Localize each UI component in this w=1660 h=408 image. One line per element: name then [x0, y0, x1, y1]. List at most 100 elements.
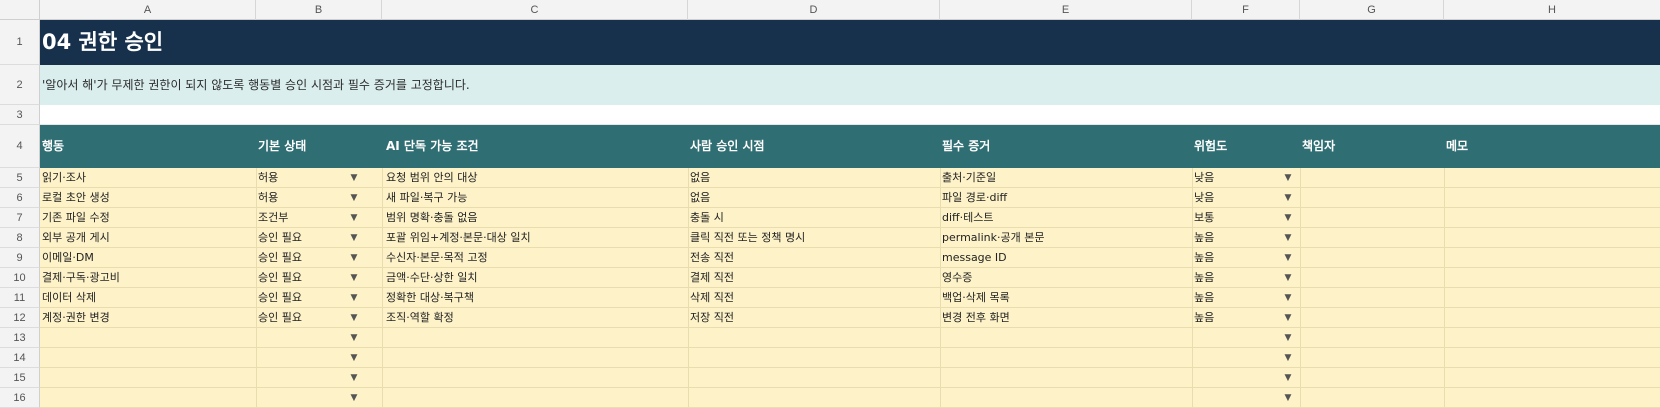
cell-ai-condition[interactable]: 조직·역할 확정 — [382, 308, 688, 328]
cell-owner[interactable] — [1300, 228, 1444, 248]
cell-ai-condition[interactable]: 금액·수단·상한 일치 — [382, 268, 688, 288]
dropdown-arrow-icon[interactable]: ▼ — [348, 388, 360, 408]
row-header[interactable]: 14 — [0, 348, 40, 368]
row-header[interactable]: 5 — [0, 168, 40, 188]
header-evidence[interactable]: 필수 증거 — [940, 125, 1192, 168]
cell-memo[interactable] — [1444, 188, 1660, 208]
cell-memo[interactable] — [1444, 388, 1660, 408]
cell-approval-time[interactable]: 없음 — [688, 188, 940, 208]
row-header[interactable]: 3 — [0, 105, 40, 125]
header-memo[interactable]: 메모 — [1444, 125, 1660, 168]
cell-action[interactable] — [40, 368, 256, 388]
cell-owner[interactable] — [1300, 368, 1444, 388]
cell-evidence[interactable]: 백업·삭제 목록 — [940, 288, 1192, 308]
cell-action[interactable]: 결제·구독·광고비 — [40, 268, 256, 288]
dropdown-arrow-icon[interactable]: ▼ — [1282, 348, 1294, 368]
cell-action[interactable]: 외부 공개 게시 — [40, 228, 256, 248]
dropdown-arrow-icon[interactable]: ▼ — [348, 328, 360, 348]
column-header-a[interactable]: A — [40, 0, 256, 20]
dropdown-arrow-icon[interactable]: ▼ — [348, 188, 360, 208]
cell-ai-condition[interactable] — [382, 348, 688, 368]
cell-action[interactable]: 로컬 초안 생성 — [40, 188, 256, 208]
cell-evidence[interactable] — [940, 328, 1192, 348]
cell-action[interactable]: 데이터 삭제 — [40, 288, 256, 308]
dropdown-arrow-icon[interactable]: ▼ — [348, 368, 360, 388]
cell-action[interactable]: 이메일·DM — [40, 248, 256, 268]
cell-ai-condition[interactable]: 포괄 위임+계정·본문·대상 일치 — [382, 228, 688, 248]
cell-approval-time[interactable]: 없음 — [688, 168, 940, 188]
cell-memo[interactable] — [1444, 208, 1660, 228]
column-header-d[interactable]: D — [688, 0, 940, 20]
cell-ai-condition[interactable]: 요청 범위 안의 대상 — [382, 168, 688, 188]
cell-owner[interactable] — [1300, 168, 1444, 188]
cell-owner[interactable] — [1300, 268, 1444, 288]
cell-memo[interactable] — [1444, 348, 1660, 368]
cell-owner[interactable] — [1300, 348, 1444, 368]
cell-owner[interactable] — [1300, 388, 1444, 408]
cell-approval-time[interactable]: 전송 직전 — [688, 248, 940, 268]
cell-approval-time[interactable]: 클릭 직전 또는 정책 명시 — [688, 228, 940, 248]
cell-memo[interactable] — [1444, 268, 1660, 288]
cell-evidence[interactable] — [940, 388, 1192, 408]
cell-action[interactable]: 기존 파일 수정 — [40, 208, 256, 228]
cell-risk[interactable]: 낮음 — [1192, 188, 1282, 208]
row-header[interactable]: 16 — [0, 388, 40, 408]
cell-owner[interactable] — [1300, 208, 1444, 228]
cell-evidence[interactable]: diff·테스트 — [940, 208, 1192, 228]
dropdown-arrow-icon[interactable]: ▼ — [1282, 208, 1294, 228]
cell-ai-condition[interactable] — [382, 388, 688, 408]
dropdown-arrow-icon[interactable]: ▼ — [348, 248, 360, 268]
row-header[interactable]: 6 — [0, 188, 40, 208]
column-header-c[interactable]: C — [382, 0, 688, 20]
cell-risk[interactable]: 낮음 — [1192, 168, 1282, 188]
dropdown-arrow-icon[interactable]: ▼ — [1282, 168, 1294, 188]
dropdown-arrow-icon[interactable]: ▼ — [1282, 328, 1294, 348]
cell-approval-time[interactable] — [688, 368, 940, 388]
column-header-e[interactable]: E — [940, 0, 1192, 20]
header-default-state[interactable]: 기본 상태 — [256, 125, 382, 168]
cell-ai-condition[interactable] — [382, 328, 688, 348]
cell-memo[interactable] — [1444, 228, 1660, 248]
cell-owner[interactable] — [1300, 188, 1444, 208]
cell-approval-time[interactable]: 저장 직전 — [688, 308, 940, 328]
cell-approval-time[interactable]: 삭제 직전 — [688, 288, 940, 308]
column-header-g[interactable]: G — [1300, 0, 1444, 20]
dropdown-arrow-icon[interactable]: ▼ — [1282, 268, 1294, 288]
dropdown-arrow-icon[interactable]: ▼ — [1282, 228, 1294, 248]
cell-approval-time[interactable] — [688, 388, 940, 408]
cell-approval-time[interactable] — [688, 328, 940, 348]
cell-ai-condition[interactable] — [382, 368, 688, 388]
cell-evidence[interactable] — [940, 348, 1192, 368]
cell-memo[interactable] — [1444, 328, 1660, 348]
cell-approval-time[interactable] — [688, 348, 940, 368]
dropdown-arrow-icon[interactable]: ▼ — [348, 288, 360, 308]
cell-evidence[interactable]: 영수증 — [940, 268, 1192, 288]
row-header[interactable]: 9 — [0, 248, 40, 268]
cell-risk[interactable] — [1192, 348, 1282, 368]
row-header[interactable]: 10 — [0, 268, 40, 288]
cell-memo[interactable] — [1444, 168, 1660, 188]
cell-action[interactable] — [40, 328, 256, 348]
cell-owner[interactable] — [1300, 308, 1444, 328]
dropdown-arrow-icon[interactable]: ▼ — [348, 168, 360, 188]
row-header[interactable]: 2 — [0, 65, 40, 105]
cell-evidence[interactable]: 변경 전후 화면 — [940, 308, 1192, 328]
cell-memo[interactable] — [1444, 368, 1660, 388]
cell-owner[interactable] — [1300, 288, 1444, 308]
cell-evidence[interactable]: message ID — [940, 248, 1192, 268]
header-owner[interactable]: 책임자 — [1300, 125, 1444, 168]
dropdown-arrow-icon[interactable]: ▼ — [348, 208, 360, 228]
cell-owner[interactable] — [1300, 328, 1444, 348]
row-header[interactable]: 1 — [0, 20, 40, 65]
cell-risk[interactable] — [1192, 368, 1282, 388]
select-all-corner[interactable] — [0, 0, 40, 20]
dropdown-arrow-icon[interactable]: ▼ — [1282, 368, 1294, 388]
cell-memo[interactable] — [1444, 248, 1660, 268]
column-header-b[interactable]: B — [256, 0, 382, 20]
dropdown-arrow-icon[interactable]: ▼ — [348, 308, 360, 328]
cell-memo[interactable] — [1444, 308, 1660, 328]
row-header[interactable]: 12 — [0, 308, 40, 328]
column-header-h[interactable]: H — [1444, 0, 1660, 20]
cell-evidence[interactable] — [940, 368, 1192, 388]
cell-ai-condition[interactable]: 범위 명확·충돌 없음 — [382, 208, 688, 228]
